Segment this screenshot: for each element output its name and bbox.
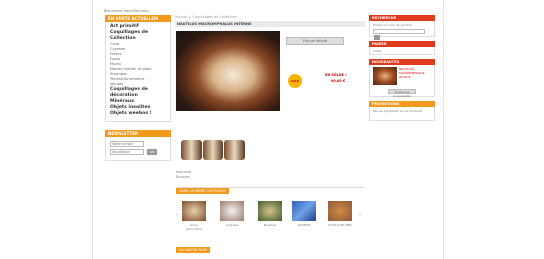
new-product-price: 90,00 € <box>399 75 411 79</box>
thumbnail-image[interactable] <box>202 140 224 160</box>
related-item[interactable]: ETOILE DE MER <box>328 201 352 227</box>
left-column: EN VENTE ACTUELLEM Art primitif Coquillag… <box>105 15 171 161</box>
newsletter-body: Votre e-mail Inscription ok <box>105 137 171 161</box>
same-category-header: DANS LA MÊME CATÉGORIE <box>176 187 364 194</box>
newsletter-email-input[interactable]: Votre e-mail <box>110 141 144 147</box>
cart-box: (vide) <box>369 47 435 55</box>
category-item[interactable]: Coquillages de Collection <box>110 30 166 42</box>
newsletter-heading: NEWSLETTER <box>105 130 171 137</box>
related-products: ‹ Cône Auriculaire Cypraea Nautilus AZUR… <box>176 197 364 237</box>
newsletter-select[interactable]: Inscription <box>110 149 144 155</box>
send-link[interactable]: Envoyer <box>176 175 192 180</box>
related-label: Cypraea <box>225 223 239 227</box>
thumbnail-strip <box>181 140 246 160</box>
related-image <box>182 201 206 221</box>
related-item[interactable]: Cypraea <box>220 201 244 227</box>
bottom-section: EN SAVOIR PLUS <box>176 247 210 253</box>
product-title: NAUTILUS MACROMPHALUS INTERNE <box>175 21 365 27</box>
details-button[interactable]: Plus de détails <box>286 37 344 45</box>
center-column: Accueil > Coquillages de Collection NAUT… <box>175 15 365 253</box>
price-label: EN SOLDE ! <box>325 73 347 77</box>
related-label: Cône Auriculaire <box>185 223 203 231</box>
related-label: Nautilus <box>263 223 277 227</box>
new-product-name[interactable]: NAUTILUS MACROMPHALUS <box>399 67 424 75</box>
sale-badge: SALE <box>288 74 302 88</box>
new-products-box: NAUTILUS MACROMPHALUS 90,00 € Toutes les … <box>369 65 435 98</box>
category-item[interactable]: Objets weebos ! <box>110 111 166 117</box>
thumbnail-image[interactable] <box>224 140 246 160</box>
search-hint: Entrez un nom de produit <box>373 23 412 27</box>
related-item[interactable]: Cône Auriculaire <box>182 201 206 231</box>
related-image <box>220 201 244 221</box>
search-box: Entrez un nom de produit <box>369 21 435 40</box>
newsletter-ok-button[interactable]: ok <box>147 149 158 155</box>
search-button[interactable] <box>374 35 380 40</box>
promotions-box: Pas de promotion en ce moment <box>369 107 435 121</box>
next-arrow-icon[interactable]: › <box>359 212 361 218</box>
categories-heading: EN VENTE ACTUELLEM <box>105 15 171 22</box>
product-links: Imprimer Envoyer <box>176 170 192 180</box>
new-product-image[interactable] <box>373 67 397 85</box>
prev-arrow-icon[interactable]: ‹ <box>176 212 178 218</box>
related-image <box>292 201 316 221</box>
product-main-image[interactable] <box>176 31 280 111</box>
same-category-title: DANS LA MÊME CATÉGORIE <box>176 188 229 194</box>
topbar-text: Bienvenue identifiez-vous <box>104 9 150 13</box>
related-item[interactable]: Nautilus <box>258 201 282 227</box>
breadcrumb[interactable]: Accueil > Coquillages de Collection <box>175 15 365 19</box>
category-item[interactable]: Coquillages de décoration <box>110 87 166 99</box>
right-column: RECHERCHE Entrez un nom de produit PANIE… <box>369 15 435 121</box>
new-product-text: NAUTILUS MACROMPHALUS 90,00 € <box>399 67 429 79</box>
search-input[interactable] <box>373 29 425 34</box>
related-item[interactable]: AZURITE <box>292 201 316 227</box>
related-image <box>328 201 352 221</box>
price-value: 90,00 € <box>331 79 346 83</box>
all-new-products-button[interactable]: Toutes les nouveautés <box>388 89 416 98</box>
more-info-tag: EN SAVOIR PLUS <box>176 247 210 253</box>
related-image <box>258 201 282 221</box>
related-label: AZURITE <box>297 223 311 227</box>
related-label: ETOILE DE MER <box>328 223 352 227</box>
newsletter-box: NEWSLETTER Votre e-mail Inscription ok <box>105 130 171 161</box>
thumbnail-image[interactable] <box>181 140 202 160</box>
category-list: Art primitif Coquillages de Collection Con… <box>105 22 171 122</box>
